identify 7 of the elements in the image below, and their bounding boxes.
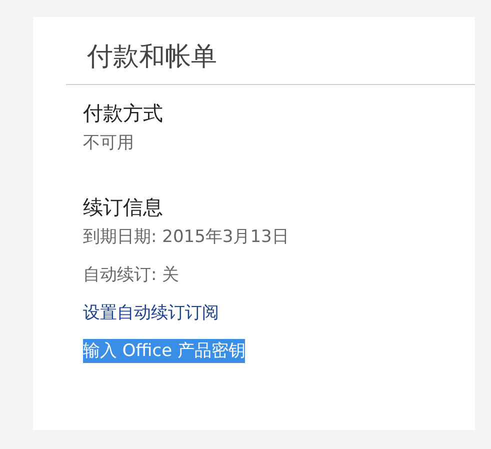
info-text: 不可用 [83,132,134,155]
section-heading: 续订信息 [83,194,163,221]
info-text: 自动续订: 关 [83,264,180,287]
page-title: 付款和帐单 [87,41,217,74]
link[interactable]: 设置自动续订订阅 [83,301,219,325]
section-heading: 付款方式 [83,100,163,127]
info-text: 到期日期: 2015年3月13日 [83,226,289,249]
